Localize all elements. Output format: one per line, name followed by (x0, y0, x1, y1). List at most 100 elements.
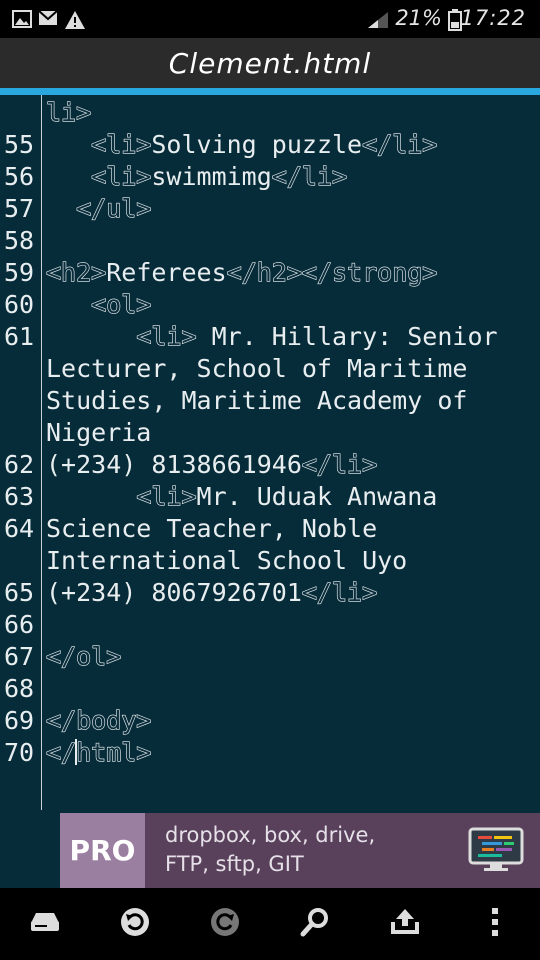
code-text: Solving puzzle (151, 130, 363, 159)
line-number: 67 (4, 642, 35, 671)
line-code[interactable]: </body> (45, 705, 540, 737)
line-code[interactable]: Science Teacher, Noble (46, 513, 540, 545)
line-code[interactable]: <li>Solving puzzle</li> (46, 129, 540, 161)
line-number: 63 (4, 482, 35, 511)
code-line: 66 (0, 609, 540, 641)
line-number: 55 (4, 130, 35, 159)
redo-icon (209, 906, 241, 942)
code-text: (+234) 8138661946 (46, 450, 302, 479)
image-icon (12, 10, 32, 32)
line-number: 65 (4, 578, 35, 607)
code-line: 61 <li> Mr. Hillary: Senior (0, 321, 540, 353)
code-line: International School Uyo (0, 545, 540, 577)
code-line: 56 <li>swimmimg</li> (0, 161, 540, 193)
html-tag: </ (45, 737, 77, 767)
code-line: 55 <li>Solving puzzle</li> (0, 129, 540, 161)
line-number: 58 (4, 226, 35, 255)
line-code[interactable]: Lecturer, School of Maritime (46, 353, 540, 385)
more-button[interactable] (475, 906, 515, 942)
storage-button[interactable] (25, 906, 65, 942)
code-text: (+234) 8067926701 (46, 578, 302, 607)
gmail-icon (38, 10, 58, 30)
undo-icon (119, 906, 151, 942)
title-bar: Clement.html (0, 38, 540, 88)
search-button[interactable] (295, 906, 335, 942)
line-code[interactable]: (+234) 8067926701</li> (46, 577, 540, 609)
accent-bar (0, 88, 540, 95)
code-line: 62 (+234) 8138661946</li> (0, 449, 540, 481)
html-tag: </li> (301, 577, 378, 607)
line-code[interactable]: <li>swimmimg</li> (46, 161, 540, 193)
undo-button[interactable] (115, 906, 155, 942)
line-code[interactable]: <ol> (46, 289, 540, 321)
line-code[interactable]: </ol> (45, 641, 540, 673)
line-number: 70 (4, 738, 35, 767)
code-line: Studies, Maritime Academy of (0, 385, 540, 417)
code-text: Studies, Maritime Academy of (46, 386, 468, 415)
code-text: International School Uyo (46, 546, 408, 575)
html-tag: <li> (91, 161, 152, 191)
line-code[interactable]: <li> Mr. Hillary: Senior (46, 321, 540, 353)
code-line: 58 (0, 225, 540, 257)
html-tag: html> (76, 737, 152, 767)
line-code[interactable]: li> (45, 97, 540, 129)
line-code[interactable]: </ul> (46, 193, 540, 225)
html-tag: <li> (136, 321, 197, 351)
code-line: Nigeria (0, 417, 540, 449)
status-bar: 21% 17:22 (0, 0, 540, 38)
code-line: li> (0, 97, 540, 129)
line-number: 59 (4, 258, 35, 287)
ad-text-line-2: FTP, sftp, GIT (165, 852, 304, 876)
html-tag: </ol> (45, 641, 122, 671)
clock: 17:22 (460, 6, 526, 30)
line-code[interactable]: (+234) 8138661946</li> (46, 449, 540, 481)
html-tag: <li> (91, 129, 152, 159)
bottom-toolbar (0, 888, 540, 960)
code-text: Referees (106, 258, 227, 287)
html-tag: </li> (301, 449, 378, 479)
code-editor[interactable]: li> 55 <li>Solving puzzle</li> 56 <li>swim… (0, 95, 540, 810)
drive-icon (29, 911, 61, 937)
line-number: 61 (4, 322, 35, 351)
code-line: 67 </ol> (0, 641, 540, 673)
search-icon (300, 907, 330, 941)
html-tag: </li> (271, 161, 348, 191)
html-tag: </body> (45, 705, 152, 735)
upload-button[interactable] (385, 906, 425, 942)
html-tag: </li> (361, 129, 438, 159)
code-line: 63 <li>Mr. Uduak Anwana (0, 481, 540, 513)
line-code[interactable]: <h2>Referees</h2></strong> (45, 257, 540, 289)
monitor-code-icon (468, 827, 524, 877)
code-text: Lecturer, School of Maritime (46, 354, 468, 383)
code-line: 59 <h2>Referees</h2></strong> (0, 257, 540, 289)
line-code[interactable]: International School Uyo (46, 545, 540, 577)
html-tag: </ul> (76, 193, 152, 223)
code-line: 68 (0, 673, 540, 705)
line-code[interactable]: Nigeria (46, 417, 540, 449)
line-code[interactable]: Studies, Maritime Academy of (46, 385, 540, 417)
line-code[interactable]: </html> (45, 737, 540, 769)
code-text: Mr. Hillary: Senior (196, 322, 498, 351)
html-tag: </h2></strong> (226, 257, 438, 287)
line-number: 68 (4, 674, 35, 703)
ad-text-line-1: dropbox, box, drive, (165, 823, 376, 847)
line-number: 69 (4, 706, 35, 735)
html-tag: <ol> (91, 289, 152, 319)
more-vertical-icon (491, 907, 499, 941)
code-line: 70 </html> (0, 737, 540, 769)
line-number: 64 (4, 514, 35, 543)
redo-button[interactable] (205, 906, 245, 942)
code-text: Mr. Uduak Anwana (196, 482, 438, 511)
html-tag: li> (45, 97, 92, 127)
code-line: 69 </body> (0, 705, 540, 737)
code-text: Science Teacher, Noble (46, 514, 378, 543)
upload-icon (389, 908, 421, 940)
signal-icon (368, 12, 388, 32)
code-text: swimmimg (151, 162, 272, 191)
line-code[interactable]: <li>Mr. Uduak Anwana (46, 481, 540, 513)
pro-ad-banner[interactable]: PRO dropbox, box, drive, FTP, sftp, GIT (60, 813, 540, 888)
